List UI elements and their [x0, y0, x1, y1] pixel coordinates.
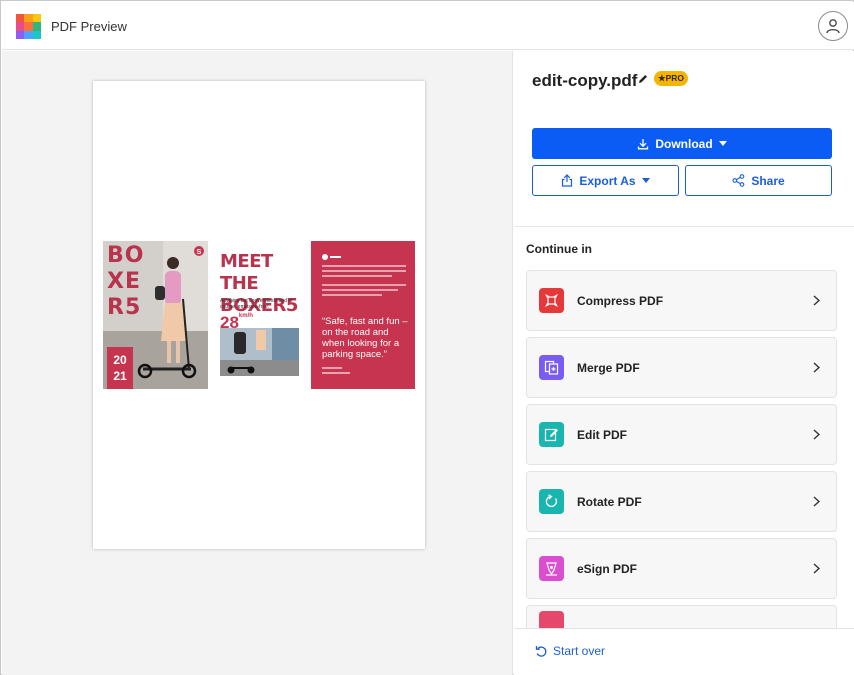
brochure-panel-quote: “Safe, fast and fun – on the road and wh…: [311, 241, 415, 389]
download-button[interactable]: Download: [532, 128, 832, 159]
chevron-right-icon: [813, 429, 820, 440]
speed-unit: km/h: [238, 313, 253, 319]
start-over-label: Start over: [553, 644, 606, 658]
fineprint-line: [322, 270, 406, 272]
tool-rotate-pdf[interactable]: Rotate PDF: [526, 471, 837, 532]
user-icon: [826, 19, 840, 34]
divider: [514, 226, 854, 227]
tool-label: eSign PDF: [577, 561, 638, 576]
right-panel: edit-copy.pdf ★PRO Download Export As Sh…: [514, 51, 854, 675]
tool-compress-pdf[interactable]: Compress PDF: [526, 270, 837, 331]
app-logo-icon: [16, 14, 41, 39]
logo-tile: [32, 22, 41, 31]
year-line: 21: [113, 369, 127, 383]
scooter-photo: [220, 328, 299, 376]
year-line: 20: [113, 353, 127, 367]
start-over-link[interactable]: Start over: [535, 644, 605, 658]
brand-mark-icon: [322, 254, 341, 260]
logo-tile: [16, 30, 25, 39]
continue-in-heading: Continue in: [526, 242, 592, 256]
edit-icon: [539, 422, 564, 447]
tool-partial[interactable]: [526, 605, 837, 628]
star-icon: ★: [658, 73, 666, 83]
vertical-brand-title: BO XE R5: [107, 243, 144, 321]
fineprint-line: [322, 275, 392, 277]
tool-icon: [539, 611, 564, 628]
tool-label: Rotate PDF: [577, 494, 642, 509]
tool-merge-pdf[interactable]: Merge PDF: [526, 337, 837, 398]
caret-down-icon: [718, 141, 727, 146]
rename-pencil-icon[interactable]: [637, 72, 649, 90]
logo-tile: [16, 14, 25, 23]
share-icon: [732, 174, 745, 187]
chevron-right-icon: [813, 362, 820, 373]
download-icon: [638, 138, 649, 149]
tool-list: Compress PDF Merge PDF Edit PDF Rotate P…: [526, 270, 837, 628]
fineprint-line: [322, 294, 382, 296]
export-as-label: Export As: [579, 173, 636, 188]
vertical-title-line: BO: [107, 243, 145, 268]
chevron-right-icon: [813, 496, 820, 507]
logo-tile: [16, 22, 25, 31]
export-icon: [562, 174, 573, 187]
logo-tile: [24, 30, 33, 39]
compress-icon: [539, 288, 564, 313]
esign-icon: [539, 556, 564, 581]
scooter-image: [220, 328, 299, 376]
rotate-icon: [539, 489, 564, 514]
logo-tile: [24, 22, 33, 31]
tool-edit-pdf[interactable]: Edit PDF: [526, 404, 837, 465]
brochure-spread: S BO XE R5 20 21 MEET THE BOXER5 Anythin…: [103, 241, 415, 389]
fineprint-line: [322, 289, 398, 291]
app-title: PDF Preview: [51, 19, 127, 34]
year-badge: 20 21: [107, 347, 133, 389]
vertical-title-line: XE: [107, 269, 141, 294]
caret-down-icon: [641, 178, 650, 183]
tool-label: Edit PDF: [577, 427, 627, 442]
app-window: PDF Preview S BO XE R5 20 21 MEET THE BO…: [0, 0, 854, 675]
brochure-subtitle: Anything but conventional and of course,…: [220, 298, 293, 310]
top-bar: PDF Preview: [2, 2, 854, 50]
download-label: Download: [655, 136, 713, 151]
logo-tile: [32, 14, 41, 23]
user-avatar-button[interactable]: [818, 11, 848, 41]
fineprint-line: [322, 367, 342, 369]
svg-text:S: S: [197, 249, 202, 256]
logo-tile: [32, 30, 41, 39]
tool-esign-pdf[interactable]: eSign PDF: [526, 538, 837, 599]
fineprint-line: [322, 265, 406, 267]
logo-tile: [24, 14, 33, 23]
chevron-right-icon: [813, 295, 820, 306]
bottom-bar: Start over: [514, 628, 854, 675]
share-label: Share: [751, 173, 785, 188]
restart-icon: [535, 645, 547, 657]
headline-line: MEET THE: [220, 251, 273, 294]
pdf-preview-area: S BO XE R5 20 21 MEET THE BOXER5 Anythin…: [2, 51, 513, 675]
vertical-title-line: R5: [107, 295, 142, 320]
pdf-page-preview: S BO XE R5 20 21 MEET THE BOXER5 Anythin…: [93, 81, 425, 549]
pencil-icon: [639, 75, 647, 83]
brochure-panel-headline: MEET THE BOXER5 Anything but conventiona…: [214, 241, 304, 389]
tool-label: Merge PDF: [577, 360, 640, 375]
tool-label: Compress PDF: [577, 293, 664, 308]
chevron-right-icon: [813, 563, 820, 574]
brochure-quote: “Safe, fast and fun – on the road and wh…: [322, 316, 408, 360]
fineprint-line: [322, 372, 350, 374]
pro-badge: ★PRO: [654, 71, 689, 86]
brochure-panel-photo: S BO XE R5 20 21: [103, 241, 208, 389]
merge-icon: [539, 355, 564, 380]
export-as-button[interactable]: Export As: [532, 165, 679, 196]
pro-badge-label: PRO: [665, 73, 685, 83]
file-name: edit-copy.pdf: [532, 71, 638, 90]
fineprint-line: [322, 284, 406, 286]
share-button[interactable]: Share: [685, 165, 832, 196]
